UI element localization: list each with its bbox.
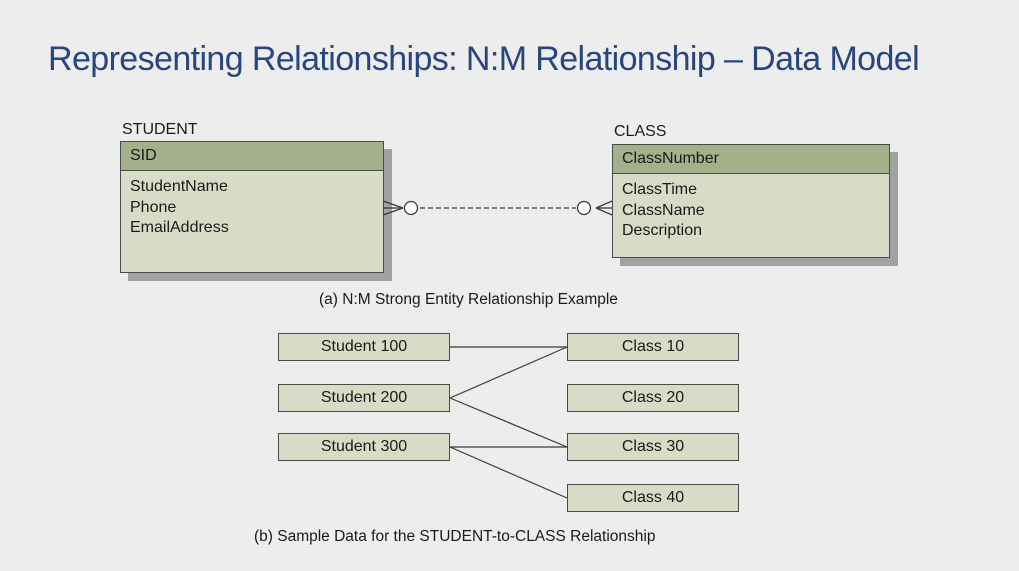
student-node: Student 200 [278, 384, 450, 412]
student-node: Student 100 [278, 333, 450, 361]
nm-relationship-line [382, 200, 613, 216]
class-node: Class 30 [567, 433, 739, 461]
link-student300-class40 [449, 446, 568, 499]
sample-data-links [449, 346, 568, 499]
student-node: Student 300 [278, 433, 450, 461]
link-student200-class10 [449, 346, 568, 399]
link-student200-class30 [449, 397, 568, 448]
class-node: Class 10 [567, 333, 739, 361]
relationship-lines [382, 200, 613, 499]
class-node: Class 20 [567, 384, 739, 412]
figure-b-caption: (b) Sample Data for the STUDENT-to-CLASS… [254, 528, 656, 545]
figure-a-caption: (a) N:M Strong Entity Relationship Examp… [319, 291, 618, 308]
class-node: Class 40 [567, 484, 739, 512]
